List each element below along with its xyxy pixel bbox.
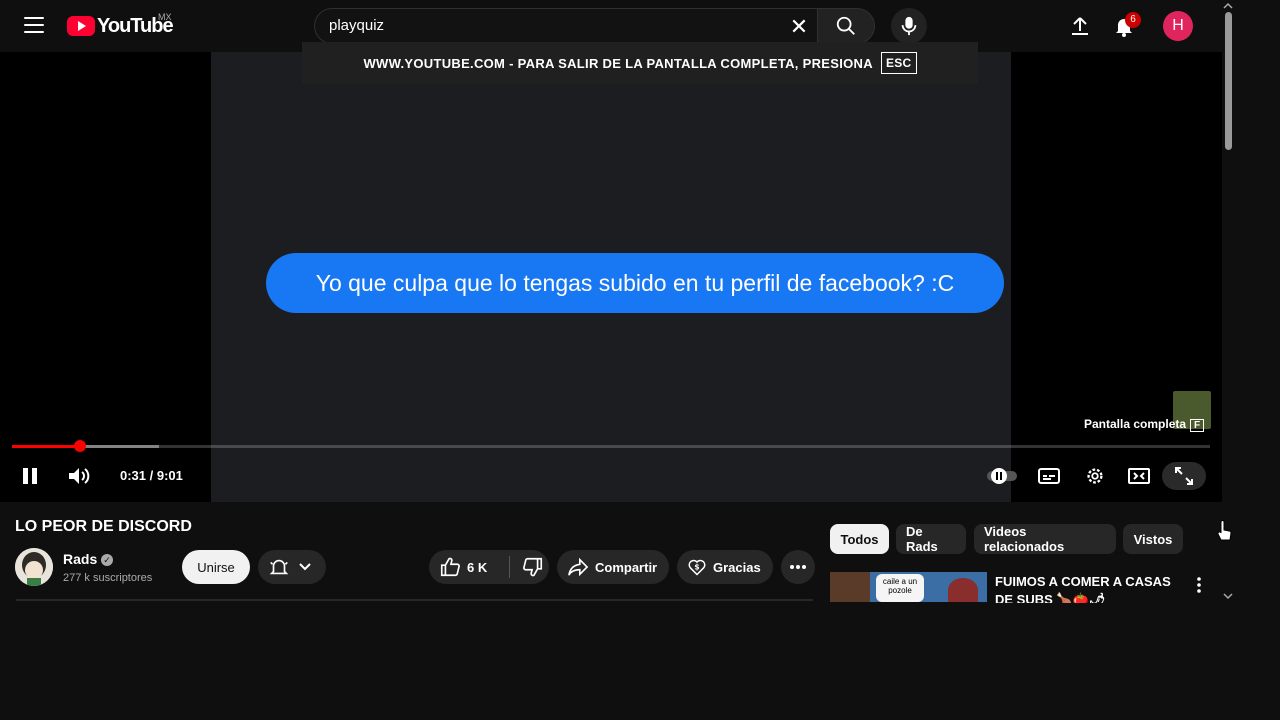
thanks-button[interactable]: $ Gracias [677,550,773,584]
fullscreen-tooltip: Pantalla completa F [1084,417,1205,432]
channel-avatar[interactable] [15,548,53,586]
more-actions-button[interactable] [781,550,815,584]
scroll-up-arrow-icon[interactable] [1223,2,1233,10]
chat-message-bubble: Yo que culpa que lo tengas subido en tu … [266,253,1004,313]
tooltip-text: Pantalla completa [1084,417,1187,431]
esc-key: ESC [880,52,917,74]
thumb-face-left [830,572,870,602]
subscriber-count: 277 k suscriptores [63,572,153,584]
country-code: MX [158,12,172,22]
upload-icon[interactable] [1068,14,1092,38]
search-button[interactable] [817,8,875,44]
fullscreen-exit-banner: WWW.YOUTUBE.COM - PARA SALIR DE LA PANTA… [302,42,978,84]
time-display: 0:31 / 9:01 [120,468,183,483]
theater-mode-button[interactable] [1126,464,1152,488]
account-avatar[interactable]: H [1163,11,1193,41]
volume-button[interactable] [66,464,92,488]
heart-dollar-icon: $ [688,559,706,576]
voice-search-button[interactable] [891,8,927,44]
settings-button[interactable] [1082,464,1108,488]
recommendation-menu-button[interactable] [1190,575,1208,595]
join-button[interactable]: Unirse [182,550,250,584]
gear-icon [1087,468,1103,484]
channel-avatar-image [15,548,53,586]
pause-icon [23,468,37,484]
pause-button[interactable] [18,464,42,488]
chip-from-channel[interactable]: De Rads [896,524,966,554]
share-button[interactable]: Compartir [557,550,669,584]
verified-badge-icon: ✓ [101,554,113,566]
banner-text: WWW.YOUTUBE.COM - PARA SALIR DE LA PANTA… [363,55,873,71]
fullscreen-icon [1175,467,1193,485]
video-title: LO PEOR DE DISCORD [15,518,192,535]
more-horizontal-icon [790,565,806,569]
tooltip-key: F [1190,419,1205,432]
dislike-button[interactable] [510,556,544,578]
clear-search-icon[interactable]: ✕ [787,15,811,39]
youtube-play-icon [67,16,95,36]
progress-bar[interactable] [12,445,1210,448]
progress-played [12,445,81,448]
thumbs-down-icon [523,557,543,577]
more-vertical-icon [1197,577,1201,593]
like-dislike-group: 6 K [429,550,549,584]
svg-text:$: $ [694,563,699,572]
chip-related[interactable]: Videos relacionados [974,524,1116,554]
bell-icon [269,559,289,575]
thanks-label: Gracias [713,559,761,575]
recommendation-thumbnail[interactable]: caile a un pozole [830,572,987,602]
youtube-logo[interactable]: YouTube [67,14,174,38]
scrollbar-thumb[interactable] [1225,12,1232,150]
chevron-down-icon [299,563,311,571]
search-icon [836,16,855,35]
theater-mode-icon [1128,468,1150,484]
search-input[interactable] [329,17,769,34]
share-label: Compartir [595,559,658,575]
channel-name[interactable]: Rads [63,551,97,567]
like-button[interactable]: 6 K [429,556,509,578]
search-box[interactable]: ✕ [314,8,817,44]
hand-cursor-icon [1217,520,1232,541]
like-count: 6 K [467,559,488,575]
subscribed-notifications-button[interactable] [258,550,326,584]
autoplay-toggle[interactable] [984,464,1020,488]
share-icon [568,557,589,577]
microphone-icon [901,16,917,36]
subtitles-icon [1038,468,1060,484]
scroll-down-arrow-icon[interactable] [1223,592,1233,600]
thumb-face-right [948,578,978,602]
letterbox-bottom [0,603,1280,720]
autoplay-toggle-icon [987,468,1017,484]
chip-watched[interactable]: Vistos [1123,524,1183,554]
recommendation-title[interactable]: FUIMOS A COMER A CASAS DE SUBS 🍗🍅🌶 [995,573,1185,603]
chip-all[interactable]: Todos [830,524,889,554]
menu-icon[interactable] [24,17,44,35]
notifications-badge: 6 [1125,12,1141,28]
description-divider [16,599,813,601]
thumb-caption: caile a un pozole [876,574,924,602]
subtitles-button[interactable] [1036,464,1062,488]
volume-icon [69,468,90,484]
fullscreen-button[interactable] [1162,462,1206,490]
thumbs-up-icon [440,557,460,577]
